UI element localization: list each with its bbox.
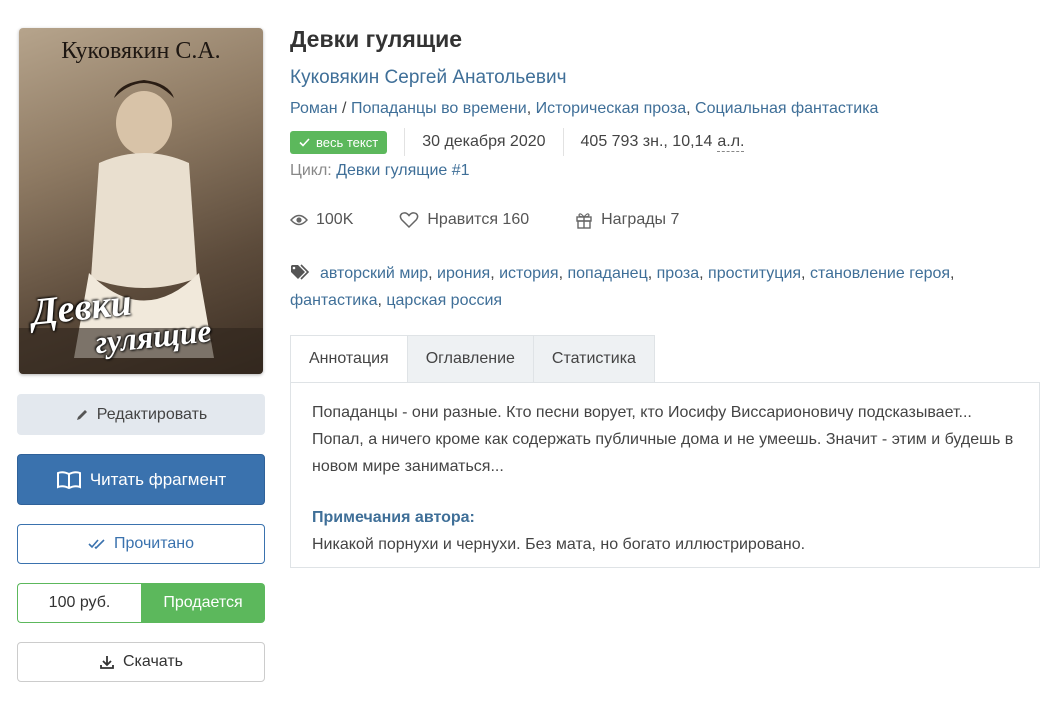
mark-read-label: Прочитано [114, 535, 194, 552]
awards-label: Награды 7 [601, 211, 680, 228]
price-group: 100 руб. Продается [17, 583, 265, 623]
edit-button-label: Редактировать [96, 405, 208, 423]
double-check-icon [88, 539, 105, 550]
likes-stat[interactable]: Нравится 160 [399, 211, 529, 229]
cover-author-text: Куковякин С.А. [61, 38, 221, 64]
tab-contents[interactable]: Оглавление [407, 335, 534, 383]
annotation-text: Попаданцы - они разные. Кто песни ворует… [312, 404, 1014, 475]
buy-button[interactable]: Продается [141, 583, 265, 623]
download-label: Скачать [123, 653, 183, 670]
price-value: 100 руб. [17, 583, 141, 623]
tag-link[interactable]: проза [657, 265, 700, 282]
genre-link[interactable]: Историческая проза [536, 100, 687, 117]
meta-row: весь текст 30 декабря 2020 405 793 зн., … [290, 128, 745, 156]
cycle-link[interactable]: Девки гулящие #1 [336, 162, 469, 179]
tag-link[interactable]: авторский мир [320, 265, 428, 282]
tag-list: авторский мир, ирония, история, попадане… [290, 264, 955, 309]
mark-read-button[interactable]: Прочитано [17, 524, 265, 564]
genre-link[interactable]: Социальная фантастика [695, 100, 878, 117]
divider [404, 128, 406, 156]
tag-link[interactable]: попаданец [567, 265, 647, 282]
book-cover[interactable]: Куковякин С.А. Девки гулящие [19, 28, 263, 374]
views-stat: 100K [290, 211, 353, 229]
awards-stat[interactable]: Награды 7 [575, 211, 679, 229]
tag-link[interactable]: проституция [708, 265, 801, 282]
book-size: 405 793 зн., 10,14 [580, 133, 713, 150]
publish-date: 30 декабря 2020 [422, 133, 546, 150]
tag-link[interactable]: фантастика [290, 292, 377, 309]
genre-link[interactable]: Попаданцы во времени [351, 100, 527, 117]
annotation-panel: Попаданцы - они разные. Кто песни ворует… [290, 382, 1040, 568]
cycle-label: Цикл: [290, 162, 332, 179]
genre-link[interactable]: Роман [290, 100, 338, 117]
download-button[interactable]: Скачать [17, 642, 265, 682]
pencil-icon [76, 409, 87, 420]
tab-annotation[interactable]: Аннотация [290, 335, 408, 383]
genre-separator: , [686, 100, 696, 117]
genre-list: Роман / Попаданцы во времени, Историческ… [290, 100, 878, 118]
read-fragment-label: Читать фрагмент [89, 469, 227, 489]
tab-statistics[interactable]: Статистика [533, 335, 655, 383]
author-notes-title: Примечания автора: [312, 509, 475, 526]
read-fragment-button[interactable]: Читать фрагмент [17, 454, 265, 505]
cycle-info: Цикл: Девки гулящие #1 [290, 162, 470, 180]
author-link[interactable]: Куковякин Сергей Анатольевич [290, 67, 566, 89]
book-title: Девки гулящие [290, 26, 463, 52]
check-icon [299, 137, 310, 147]
tag-link[interactable]: становление героя [810, 265, 950, 282]
views-count: 100K [316, 211, 354, 228]
tag-link[interactable]: царская россия [386, 292, 502, 309]
likes-label: Нравится 160 [427, 211, 530, 228]
genre-separator: / [337, 100, 351, 117]
full-text-badge: весь текст [290, 130, 388, 154]
stats-row: 100K Нравится 160 Награды 7 [290, 211, 725, 229]
download-icon [100, 656, 114, 669]
full-text-badge-label: весь текст [316, 134, 379, 150]
tag-link[interactable]: ирония [437, 265, 490, 282]
eye-icon [290, 214, 308, 226]
tag-link[interactable]: история [499, 265, 558, 282]
genre-separator: , [526, 100, 536, 117]
open-book-icon [56, 470, 81, 489]
edit-button[interactable]: Редактировать [17, 394, 265, 435]
tags-icon [291, 264, 310, 280]
gift-icon [576, 213, 592, 229]
divider [562, 128, 564, 156]
heart-icon [400, 212, 419, 229]
size-unit[interactable]: а.л. [717, 133, 745, 152]
content-tabs: Аннотация Оглавление Статистика [290, 335, 655, 383]
author-notes-text: Никакой порнухи и чернухи. Без мата, но … [312, 536, 806, 553]
